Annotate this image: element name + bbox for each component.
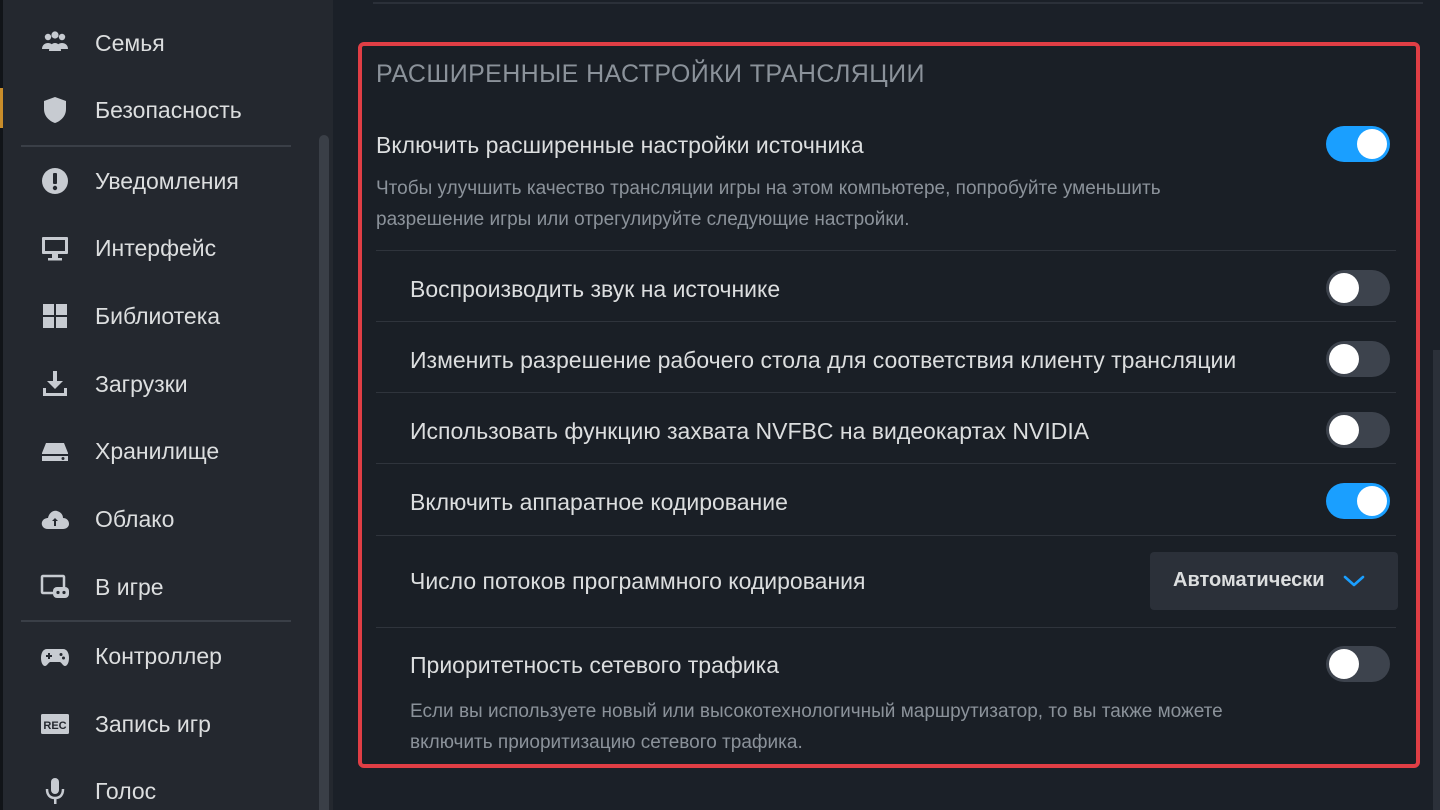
sidebar-divider — [21, 620, 291, 622]
network-priority-toggle[interactable] — [1326, 646, 1390, 682]
row-separator — [376, 535, 1396, 536]
drive-icon — [37, 433, 73, 469]
setting-row-change-desktop-resolution: Изменить разрешение рабочего стола для с… — [376, 335, 1396, 385]
sidebar-item-notifications[interactable]: Уведомления — [21, 155, 301, 207]
toggle-knob — [1329, 273, 1359, 303]
row-separator — [376, 627, 1396, 628]
download-icon — [37, 366, 73, 402]
sidebar-item-label: Безопасность — [95, 96, 242, 123]
sidebar-item-controller[interactable]: Контроллер — [21, 630, 301, 682]
cloud-icon — [37, 501, 73, 537]
sidebar-item-family[interactable]: Семья — [21, 17, 301, 69]
content-scrollbar-track[interactable] — [1433, 0, 1440, 810]
nvfbc-capture-toggle[interactable] — [1326, 412, 1390, 448]
settings-content: РАСШИРЕННЫЕ НАСТРОЙКИ ТРАНСЛЯЦИИ Включит… — [333, 0, 1440, 810]
row-separator — [376, 321, 1396, 322]
setting-row-hardware-encoding: Включить аппаратное кодирование — [376, 477, 1396, 527]
gamepad-icon — [37, 638, 73, 674]
toggle-knob — [1357, 486, 1387, 516]
sidebar-item-voice[interactable]: Голос — [21, 765, 301, 810]
content-scrollbar-thumb[interactable] — [1433, 350, 1440, 810]
setting-label: Изменить разрешение рабочего стола для с… — [410, 347, 1237, 373]
description-line: разрешение игры или отрегулируйте следую… — [376, 209, 910, 230]
sidebar-item-library[interactable]: Библиотека — [21, 290, 301, 342]
setting-label: Включить аппаратное кодирование — [410, 489, 788, 515]
shield-icon — [37, 92, 73, 128]
advanced-streaming-panel: РАСШИРЕННЫЕ НАСТРОЙКИ ТРАНСЛЯЦИИ Включит… — [358, 42, 1420, 768]
sidebar-item-storage[interactable]: Хранилище — [21, 425, 301, 477]
settings-sidebar: Семья Безопасность Уведомления Интерфейс — [3, 0, 333, 810]
sidebar-item-label: Голос — [95, 777, 157, 804]
network-priority-description: Если вы используете новый или высокотехн… — [410, 696, 1223, 758]
sidebar-item-security[interactable]: Безопасность — [21, 84, 301, 136]
description-line: включить приоритизацию сетевого трафика. — [410, 732, 803, 753]
rec-icon: REC — [37, 706, 73, 742]
dropdown-value: Автоматически — [1173, 569, 1325, 591]
enable-advanced-toggle[interactable] — [1326, 126, 1390, 162]
family-icon — [37, 25, 73, 61]
row-separator — [376, 250, 1396, 251]
sidebar-item-interface[interactable]: Интерфейс — [21, 222, 301, 274]
setting-row-encoding-threads: Число потоков программного кодирования А… — [376, 549, 1398, 613]
sidebar-item-label: Хранилище — [95, 437, 220, 464]
sidebar-item-game-recording[interactable]: REC Запись игр — [21, 698, 301, 750]
description-line: Чтобы улучшить качество трансляции игры … — [376, 178, 1161, 199]
sidebar-item-label: Уведомления — [95, 167, 239, 194]
alert-icon — [37, 163, 73, 199]
hardware-encoding-toggle[interactable] — [1326, 483, 1390, 519]
setting-label: Воспроизводить звук на источнике — [410, 276, 781, 302]
setting-label: Число потоков программного кодирования — [410, 568, 866, 594]
sidebar-item-label: Интерфейс — [95, 234, 217, 261]
chevron-down-icon — [1343, 575, 1365, 587]
sidebar-item-label: Библиотека — [95, 302, 221, 329]
row-separator — [376, 463, 1396, 464]
top-separator — [373, 2, 1423, 4]
setting-label: Приоритетность сетевого трафика — [410, 652, 779, 678]
toggle-knob — [1329, 649, 1359, 679]
setting-label: Использовать функцию захвата NVFBC на ви… — [410, 418, 1090, 444]
steam-settings-window: Семья Безопасность Уведомления Интерфейс — [0, 0, 1440, 810]
description-line: Если вы используете новый или высокотехн… — [410, 701, 1223, 722]
sidebar-item-label: В игре — [95, 573, 164, 600]
enable-advanced-label: Включить расширенные настройки источника — [376, 132, 864, 158]
toggle-knob — [1357, 129, 1387, 159]
encoding-threads-dropdown[interactable]: Автоматически — [1150, 552, 1398, 610]
ingame-icon — [37, 569, 73, 605]
grid-icon — [37, 298, 73, 334]
play-audio-on-host-toggle[interactable] — [1326, 270, 1390, 306]
enable-advanced-row: Включить расширенные настройки источника — [376, 124, 1396, 164]
row-separator — [376, 392, 1396, 393]
change-desktop-resolution-toggle[interactable] — [1326, 341, 1390, 377]
sidebar-item-label: Контроллер — [95, 642, 222, 669]
sidebar-item-label: Семья — [95, 29, 165, 56]
sidebar-item-label: Загрузки — [95, 370, 188, 397]
setting-row-network-priority: Приоритетность сетевого трафика — [376, 640, 1396, 690]
setting-row-play-audio-on-host: Воспроизводить звук на источнике — [376, 264, 1396, 314]
monitor-icon — [37, 230, 73, 266]
setting-row-nvfbc-capture: Использовать функцию захвата NVFBC на ви… — [376, 406, 1396, 456]
sidebar-scrollbar-thumb[interactable] — [319, 135, 329, 810]
sidebar-item-label: Облако — [95, 505, 175, 532]
microphone-icon — [37, 773, 73, 809]
toggle-knob — [1329, 415, 1359, 445]
sidebar-divider — [21, 145, 291, 147]
rec-badge-text: REC — [43, 720, 66, 732]
sidebar-item-downloads[interactable]: Загрузки — [21, 358, 301, 410]
enable-advanced-description: Чтобы улучшить качество трансляции игры … — [376, 173, 1161, 235]
section-title: РАСШИРЕННЫЕ НАСТРОЙКИ ТРАНСЛЯЦИИ — [376, 60, 925, 88]
sidebar-item-cloud[interactable]: Облако — [21, 493, 301, 545]
sidebar-item-label: Запись игр — [95, 710, 211, 737]
sidebar-item-in-game[interactable]: В игре — [21, 561, 301, 613]
toggle-knob — [1329, 344, 1359, 374]
